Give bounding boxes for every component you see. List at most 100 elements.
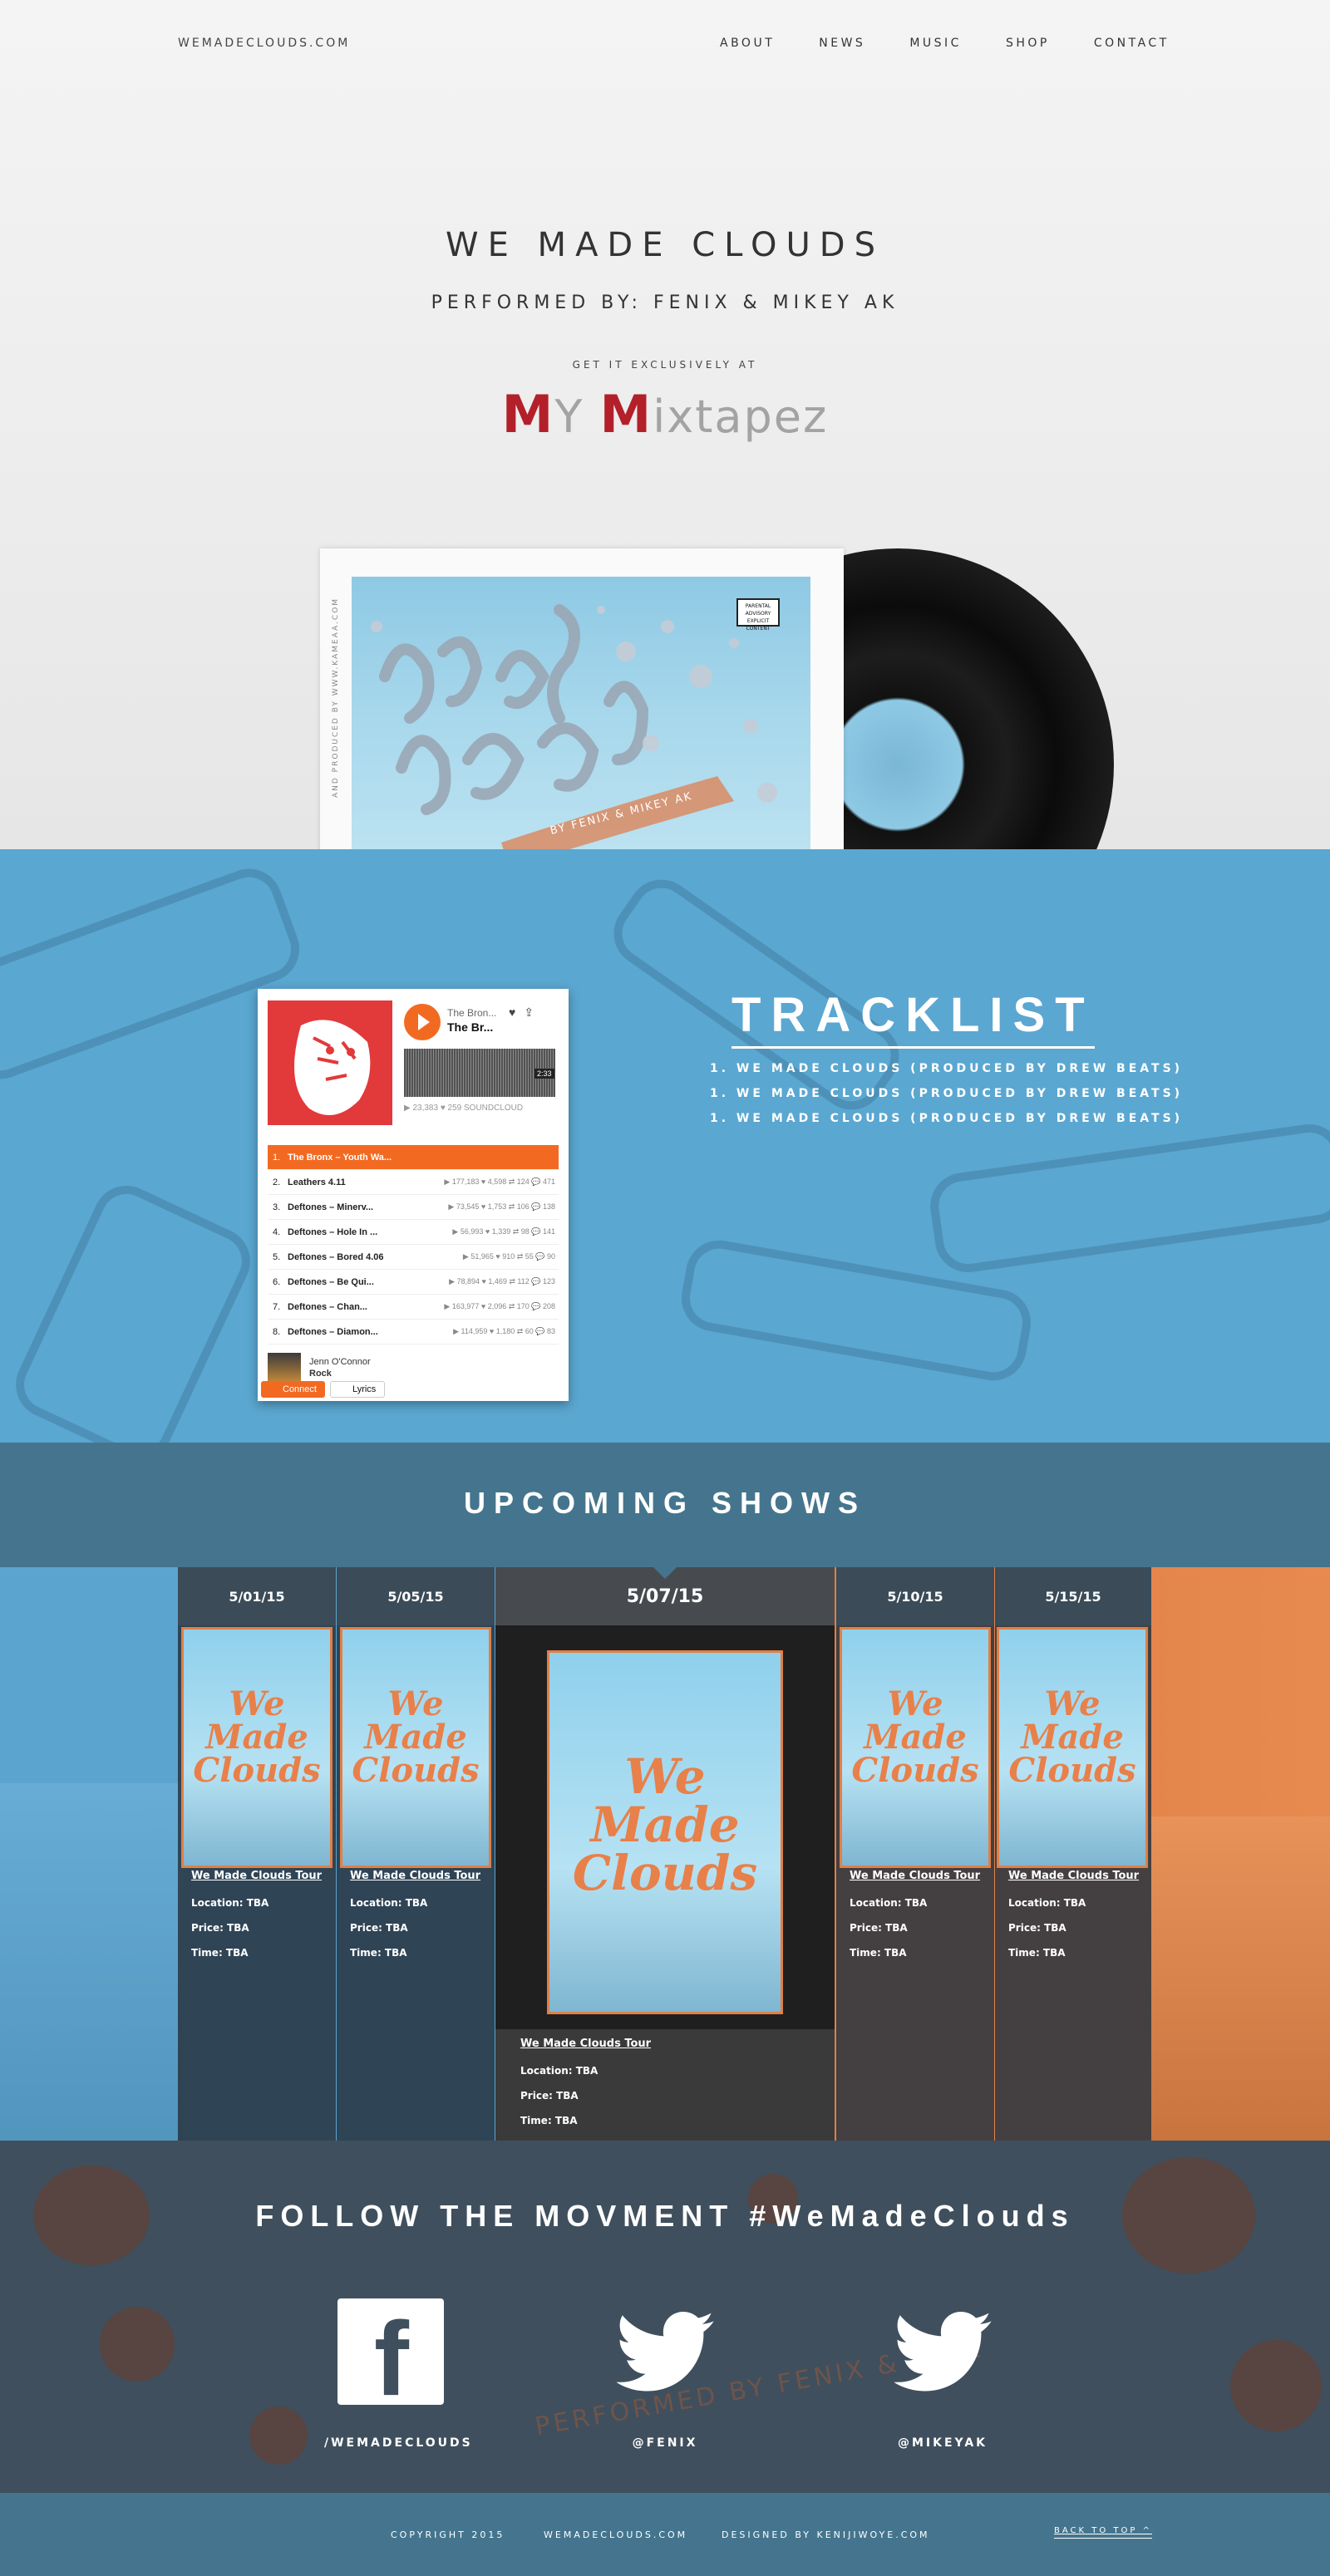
show-poster: We Made Clouds [340,1627,491,1868]
show-info: We Made Clouds Tour Location: TBA Price:… [350,1870,480,1972]
twitter-icon[interactable] [612,2298,718,2405]
show-poster: We Made Clouds [997,1627,1148,1868]
show-card[interactable]: 5/15/15 We Made Clouds We Made Clouds To… [995,1567,1151,2141]
follow-heading: FOLLOW THE MOVMENT #WeMadeClouds [255,2199,1075,2233]
bubble-decoration [249,2406,308,2465]
play-button[interactable] [404,1004,441,1040]
album-cover-art: BY FENIX & MIKEY AK PARENTAL ADVISORY EX… [352,577,810,849]
shows-pointer [653,1567,677,1579]
social-handle[interactable]: /WEMADECLOUDS [324,2436,470,2450]
tiger-artwork [268,1000,392,1125]
nav-music[interactable]: MUSIC [909,37,962,50]
footer-designer[interactable]: DESIGNED BY KENIJIWOYE.COM [722,2529,930,2540]
album-sleeve: AND PRODUCED BY WWW.KAMEAA.COM BY FENIX … [320,548,844,849]
player-footer: Connect Lyrics [261,1381,386,1398]
nav-news[interactable]: NEWS [819,37,865,50]
show-info: We Made Clouds Tour Location: TBA Price:… [520,2038,651,2140]
show-time: Time: TBA [850,1947,907,1959]
site-logo[interactable]: WEMADECLOUDS.COM [178,37,350,50]
nav-shop[interactable]: SHOP [1006,37,1050,50]
player-user[interactable]: Jenn O'Connor Rock [268,1351,559,1384]
sketch-decoration [926,1119,1330,1277]
follow-section: PERFORMED BY FENIX & MIKE FOLLOW THE MOV… [0,2141,1330,2493]
connect-button[interactable]: Connect [261,1381,325,1398]
shows-heading: UPCOMING SHOWS [463,1486,866,1520]
show-tour-link[interactable]: We Made Clouds Tour [850,1870,980,1882]
back-to-top-link[interactable]: BACK TO TOP ^ [1054,2526,1152,2539]
share-icon[interactable]: ⇪ [524,1005,542,1019]
social-handle[interactable]: @MIKEYAK [876,2436,1009,2450]
footer: COPYRIGHT 2015 WEMADECLOUDS.COM DESIGNED… [0,2493,1330,2576]
show-info: We Made Clouds Tour Location: TBA Price:… [1008,1870,1139,1972]
show-price: Price: TBA [350,1922,408,1934]
tracklist-heading: TRACKLIST [732,987,1095,1049]
show-time: Time: TBA [520,2115,578,2126]
user-name: Jenn O'Connor [309,1357,371,1367]
show-price: Price: TBA [1008,1922,1066,1934]
show-tour-link[interactable]: We Made Clouds Tour [191,1870,322,1882]
tracklist-list: 1. WE MADE CLOUDS (PRODUCED BY DREW BEAT… [710,1062,1183,1137]
footer-copyright: COPYRIGHT 2015 [391,2529,505,2540]
social-handle[interactable]: @FENIX [598,2436,732,2450]
player-artist[interactable]: The Bron... [447,1007,496,1019]
tracklist-section: The Bron... The Br... ♥⇪ 2:33 ▶ 23,383 ♥… [0,849,1330,1443]
city-backdrop-right [1151,1816,1330,2141]
show-poster: We Made Clouds [547,1650,783,2014]
parental-advisory-badge: PARENTAL ADVISORY EXPLICIT CONTENT [736,598,780,632]
bubble-decoration [100,2307,175,2382]
hero-get-it: GET IT EXCLUSIVELY AT [572,359,758,371]
playlist-row[interactable]: 7. Deftones – Chan... ▶ 163,977 ♥ 2,096 … [268,1295,559,1320]
main-nav: ABOUT NEWS MUSIC SHOP CONTACT [720,37,1170,50]
show-location: Location: TBA [350,1897,428,1909]
playlist-row[interactable]: 4. Deftones – Hole In ... ▶ 56,993 ♥ 1,3… [268,1220,559,1245]
nav-about[interactable]: ABOUT [720,37,775,50]
playlist-row[interactable]: 1. The Bronx – Youth Wa... [268,1145,559,1170]
show-tour-link[interactable]: We Made Clouds Tour [1008,1870,1139,1882]
show-time: Time: TBA [1008,1947,1066,1959]
show-price: Price: TBA [850,1922,908,1934]
tracklist-item[interactable]: 1. WE MADE CLOUDS (PRODUCED BY DREW BEAT… [710,1062,1183,1075]
playlist-row[interactable]: 2. Leathers 4.11 ▶ 177,183 ♥ 4,598 ⇄ 124… [268,1170,559,1195]
show-date: 5/10/15 [836,1567,994,1625]
show-card[interactable]: 5/05/15 We Made Clouds We Made Clouds To… [337,1567,495,2141]
facebook-icon[interactable]: f [337,2298,444,2411]
show-location: Location: TBA [1008,1897,1086,1909]
tracklist-item[interactable]: 1. WE MADE CLOUDS (PRODUCED BY DREW BEAT… [710,1087,1183,1100]
show-tour-link[interactable]: We Made Clouds Tour [520,2038,651,2050]
nav-contact[interactable]: CONTACT [1094,37,1170,50]
playlist-row[interactable]: 8. Deftones – Diamon... ▶ 114,959 ♥ 1,18… [268,1320,559,1345]
show-info: We Made Clouds Tour Location: TBA Price:… [850,1870,980,1972]
footer-site[interactable]: WEMADECLOUDS.COM [544,2529,687,2540]
playlist: 1. The Bronx – Youth Wa... 2. Leathers 4… [268,1145,559,1345]
social-twitter-mikeyak[interactable]: @MIKEYAK [876,2298,1009,2450]
twitter-icon[interactable] [889,2298,996,2405]
show-tour-link[interactable]: We Made Clouds Tour [350,1870,480,1882]
album-side-credit: AND PRODUCED BY WWW.KAMEAA.COM [332,597,340,798]
heart-icon[interactable]: ♥ [509,1005,524,1019]
show-price: Price: TBA [520,2090,579,2102]
hero-title: WE MADE CLOUDS [446,226,884,264]
show-info: We Made Clouds Tour Location: TBA Price:… [191,1870,322,1972]
tracklist-item[interactable]: 1. WE MADE CLOUDS (PRODUCED BY DREW BEAT… [710,1112,1183,1125]
playlist-row[interactable]: 3. Deftones – Minerv... ▶ 73,545 ♥ 1,753… [268,1195,559,1220]
waveform[interactable] [404,1049,555,1097]
playlist-row[interactable]: 6. Deftones – Be Qui... ▶ 78,894 ♥ 1,469… [268,1270,559,1295]
show-time: Time: TBA [191,1947,249,1959]
user-avatar [268,1353,301,1383]
show-card[interactable]: 5/10/15 We Made Clouds We Made Clouds To… [836,1567,994,2141]
sketch-decoration [4,1174,262,1443]
social-twitter-fenix[interactable]: @FENIX [598,2298,732,2450]
bubble-decoration [1230,2340,1322,2431]
show-card[interactable]: 5/01/15 We Made Clouds We Made Clouds To… [178,1567,336,2141]
hero-section: WEMADECLOUDS.COM ABOUT NEWS MUSIC SHOP C… [0,0,1330,849]
player-track-title[interactable]: The Br... [447,1020,493,1034]
show-poster: We Made Clouds [840,1627,991,1868]
user-genre: Rock [309,1369,332,1379]
track-time: 2:33 [534,1069,554,1079]
playlist-row[interactable]: 5. Deftones – Bored 4.06 ▶ 51,965 ♥ 910 … [268,1245,559,1270]
lyrics-button[interactable]: Lyrics [329,1381,386,1398]
my-mixtapez-logo[interactable]: MY Mixtapez [0,384,1330,445]
social-facebook[interactable]: f /WEMADECLOUDS [324,2298,470,2450]
player-actions: ♥⇪ [509,1005,542,1020]
show-card-featured[interactable]: 5/07/15 We Made Clouds We Made Clouds To… [495,1567,835,2141]
